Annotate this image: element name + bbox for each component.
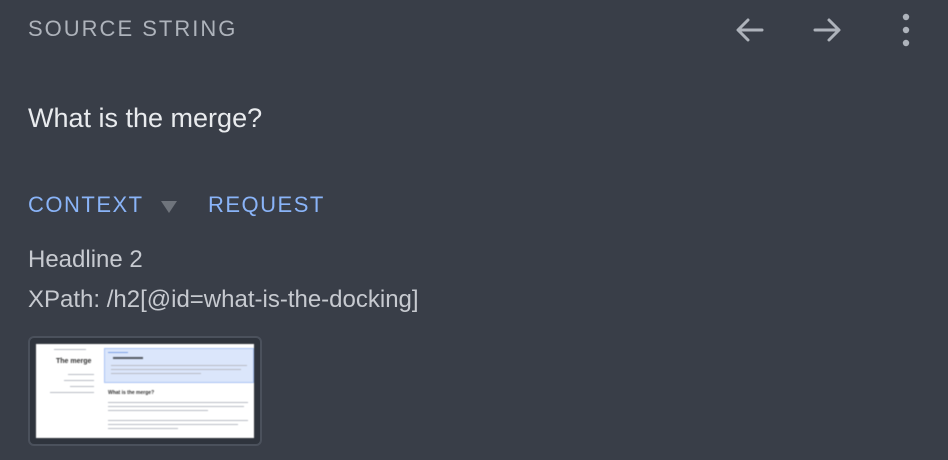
thumbnail-page-preview: The merge What is the merge? (36, 344, 254, 438)
thumb-body-line (108, 410, 208, 411)
thumb-side-line (70, 386, 94, 387)
thumb-body-line (108, 420, 248, 421)
thumb-body-line (108, 424, 238, 425)
arrow-left-icon (736, 18, 764, 42)
thumb-box-line (111, 369, 241, 370)
thumb-nav-line (54, 349, 86, 350)
chevron-down-icon[interactable] (159, 199, 179, 215)
arrow-right-icon (813, 18, 841, 42)
thumb-body-line (108, 428, 178, 429)
thumb-box-line (113, 357, 143, 359)
thumb-highlight-box (104, 348, 254, 383)
next-string-button[interactable] (807, 10, 847, 50)
thumb-box-line (108, 352, 128, 353)
thumb-box-line (111, 365, 247, 366)
context-screenshot-thumbnail[interactable]: The merge What is the merge? (28, 336, 262, 446)
thumb-section-heading: What is the merge? (108, 390, 155, 396)
context-xpath: XPath: /h2[@id=what-is-the-docking] (28, 286, 419, 313)
context-element-type: Headline 2 (28, 246, 143, 273)
previous-string-button[interactable] (730, 10, 770, 50)
thumb-box-line (111, 373, 201, 374)
thumb-side-line (64, 380, 94, 381)
more-options-button[interactable] (886, 10, 926, 50)
header-title: SOURCE STRING (28, 16, 238, 41)
more-vertical-icon (902, 13, 910, 47)
source-string-text: What is the merge? (28, 103, 263, 133)
thumb-heading: The merge (56, 358, 92, 365)
tab-request[interactable]: REQUEST (208, 192, 325, 218)
thumb-body-line (108, 406, 244, 407)
thumb-side-line (50, 392, 94, 393)
tab-context[interactable]: CONTEXT (28, 192, 144, 218)
thumb-side-line (68, 374, 94, 375)
thumb-body-line (108, 402, 248, 403)
